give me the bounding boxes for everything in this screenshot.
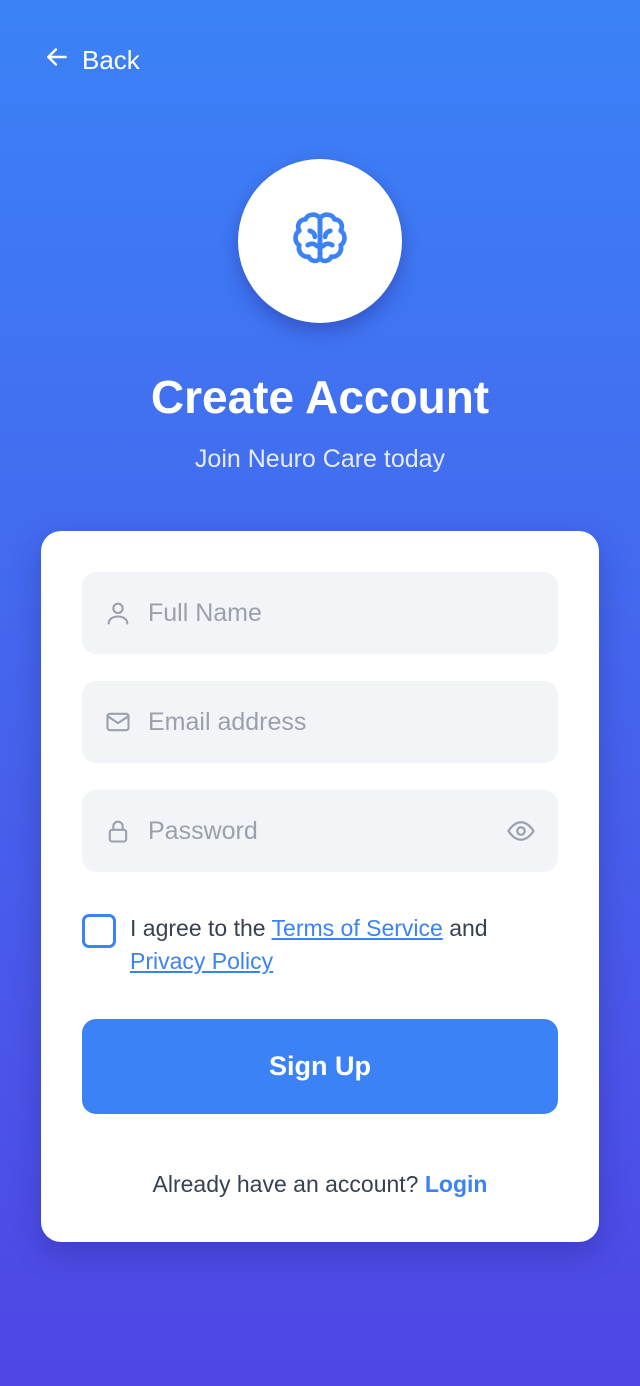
brain-icon (287, 206, 353, 277)
arrow-left-icon (44, 44, 70, 77)
page-subtitle: Join Neuro Care today (194, 445, 446, 473)
agree-prefix: I agree to the (130, 915, 266, 941)
terms-of-service-link[interactable]: Terms of Service (272, 915, 443, 941)
password-field[interactable] (82, 790, 558, 872)
agree-and: and (449, 915, 488, 941)
login-link[interactable]: Login (425, 1171, 488, 1197)
full-name-input[interactable] (148, 598, 538, 628)
privacy-policy-link[interactable]: Privacy Policy (130, 948, 273, 974)
page-title: Create Account (150, 371, 490, 423)
eye-icon[interactable] (504, 814, 538, 848)
login-prompt-text: Already have an account? (152, 1171, 419, 1197)
user-icon (102, 597, 134, 629)
login-prompt: Already have an account? Login (41, 1171, 599, 1198)
terms-text: I agree to the Terms of Service and Priv… (130, 912, 558, 978)
signup-card: I agree to the Terms of Service and Priv… (41, 531, 599, 1242)
back-label: Back (82, 45, 140, 75)
back-button[interactable]: Back (44, 44, 140, 77)
email-field[interactable] (82, 681, 558, 763)
email-input[interactable] (148, 707, 538, 737)
app-logo (238, 159, 402, 323)
lock-icon (102, 815, 134, 847)
full-name-field[interactable] (82, 572, 558, 654)
mail-icon (102, 706, 134, 738)
terms-agreement: I agree to the Terms of Service and Priv… (82, 912, 558, 978)
sign-up-button[interactable]: Sign Up (82, 1019, 558, 1114)
password-input[interactable] (148, 816, 504, 846)
terms-checkbox[interactable] (82, 914, 116, 948)
